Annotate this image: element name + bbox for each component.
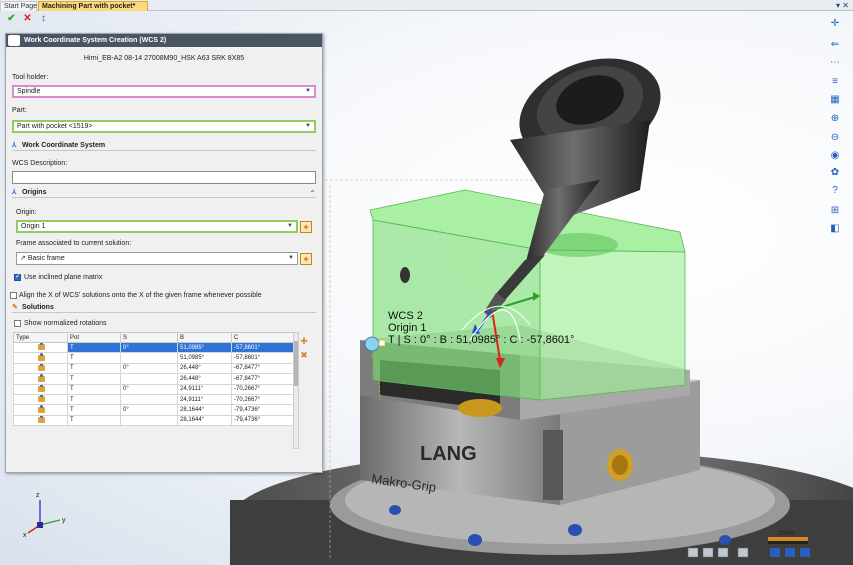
wcs-name-label: WCS 2: [388, 310, 423, 322]
column-pot[interactable]: Pot: [67, 332, 121, 343]
tab-machining-part[interactable]: Machining Part with pocket*: [38, 1, 148, 11]
table-row[interactable]: T 0° 51,0985° -57,8601°: [13, 341, 294, 354]
use-inclined-checkbox[interactable]: [14, 272, 21, 281]
table-row[interactable]: T 24,9111° -70,2667°: [13, 393, 294, 406]
table-row[interactable]: T 28,1644° -79,4736°: [13, 414, 294, 427]
table-row[interactable]: T 0° 24,9111° -70,2667°: [13, 383, 294, 395]
remove-solution-icon[interactable]: ✖: [299, 350, 309, 360]
solution-type-icon: [38, 364, 45, 372]
wcs-description-label: WCS Description:: [12, 160, 68, 167]
origins-section-header[interactable]: ⅄ Origins: [12, 188, 46, 196]
tool-name: Hirni_EB-A2 08-14 27008M90_HSK A63 SRK 8…: [83, 55, 245, 62]
chevron-down-icon: ▼: [288, 255, 294, 261]
solutions-icon: ✎: [12, 304, 18, 311]
info-icon[interactable]: ↕: [38, 13, 49, 24]
column-s[interactable]: S: [120, 332, 178, 343]
part-select[interactable]: Part with pocket <1519> ▼: [12, 120, 316, 133]
tool-holder-label: Tool holder:: [12, 74, 49, 81]
solution-type-icon: [38, 416, 45, 424]
solution-type-icon: [38, 343, 45, 351]
svg-text:x: x: [23, 532, 27, 539]
palette-icon[interactable]: ✿: [828, 166, 842, 180]
document-tab-bar: Start Page Machining Part with pocket* ▾…: [0, 0, 853, 11]
origin-label: Origin:: [16, 209, 37, 216]
check-icon[interactable]: ✔: [6, 13, 17, 24]
frame-select[interactable]: ↗ Basic frame ▼: [16, 252, 298, 265]
table-header: Type Pot S B C: [13, 332, 294, 343]
table-row[interactable]: T 26,448° -67,8477°: [13, 373, 294, 385]
tab-start-page[interactable]: Start Page: [0, 1, 37, 11]
chevron-down-icon: ▼: [287, 223, 293, 229]
align-checkbox[interactable]: [10, 292, 17, 299]
frame-icon: ↗: [20, 255, 26, 262]
view-icon[interactable]: ⊞: [828, 204, 842, 218]
chevron-down-icon: ▼: [305, 88, 311, 94]
table-row[interactable]: T 51,0985° -57,8601°: [13, 352, 294, 364]
column-c[interactable]: C: [231, 332, 294, 343]
svg-text:z: z: [36, 492, 40, 499]
origin-name-label: Origin 1: [388, 322, 427, 334]
wcs-section-header[interactable]: ⅄ Work Coordinate System: [12, 141, 105, 149]
globe-icon[interactable]: ◉: [828, 149, 842, 163]
app-logo-icon: [8, 35, 20, 46]
grid-icon[interactable]: ▦: [828, 93, 842, 107]
list-icon[interactable]: ≡: [828, 75, 842, 89]
column-type[interactable]: Type: [13, 332, 68, 343]
show-normalized-label: Show normalized rotations: [24, 320, 107, 327]
dots-icon[interactable]: ⋯: [828, 56, 842, 70]
arrow-left-icon[interactable]: ⇐: [828, 38, 842, 52]
scrollbar-thumb[interactable]: [294, 341, 298, 386]
crosshair-icon[interactable]: ✛: [828, 17, 842, 31]
solutions-section-header[interactable]: ✎ Solutions: [12, 303, 54, 311]
solution-type-icon: [38, 395, 45, 403]
tab-menu-icon[interactable]: ▾ ✕: [836, 0, 849, 11]
vise-brand-label: LANG: [420, 443, 477, 465]
tool-holder-select[interactable]: Spindle ▼: [12, 85, 316, 98]
align-label: Align the X of WCS' solutions onto the X…: [19, 292, 262, 299]
solution-type-icon: [38, 385, 45, 392]
help-icon[interactable]: ?: [828, 184, 842, 198]
origin-select[interactable]: Origin 1 ▼: [16, 220, 298, 233]
solution-readout: T | S : 0° : B : 51,0985° : C : -57,8601…: [388, 334, 575, 346]
dialog-title: Work Coordinate System Creation (WCS 2): [24, 37, 167, 44]
add-frame-button[interactable]: +: [300, 253, 312, 265]
table-row[interactable]: T 0° 28,1644° -79,4736°: [13, 404, 294, 416]
axis-icon: ⅄: [12, 189, 17, 196]
frame-label: Frame associated to current solution:: [16, 240, 132, 247]
svg-text:20mm: 20mm: [778, 531, 795, 537]
zoom-out-icon[interactable]: ⊖: [828, 131, 842, 145]
solutions-table: Type Pot S B C T 0° 51,0985° -57,8601° T 51,…: [13, 332, 294, 427]
chevron-down-icon: ▼: [305, 123, 311, 129]
add-origin-button[interactable]: +: [300, 221, 312, 233]
wcs-creation-dialog: Work Coordinate System Creation (WCS 2) …: [5, 33, 323, 473]
solution-type-icon: [38, 405, 45, 413]
global-axis-triad: z y x: [23, 492, 66, 539]
svg-text:y: y: [62, 517, 66, 524]
show-normalized-checkbox[interactable]: [14, 320, 21, 327]
part-label: Part:: [12, 107, 27, 114]
use-inclined-label: Use inclined plane matrix: [24, 274, 103, 281]
zoom-icon[interactable]: ⊕: [828, 112, 842, 126]
close-icon[interactable]: ✕: [22, 13, 33, 24]
add-solution-icon[interactable]: ✚: [299, 336, 309, 346]
solution-type-icon: [38, 353, 45, 361]
table-row[interactable]: T 0° 26,448° -67,8477°: [13, 362, 294, 375]
wcs-description-field[interactable]: [12, 171, 316, 184]
cube-icon[interactable]: ◧: [828, 222, 842, 236]
dialog-title-bar[interactable]: Work Coordinate System Creation (WCS 2): [6, 34, 322, 47]
axis-icon: ⅄: [12, 142, 17, 149]
column-b[interactable]: B: [177, 332, 232, 343]
solution-type-icon: [38, 374, 45, 382]
